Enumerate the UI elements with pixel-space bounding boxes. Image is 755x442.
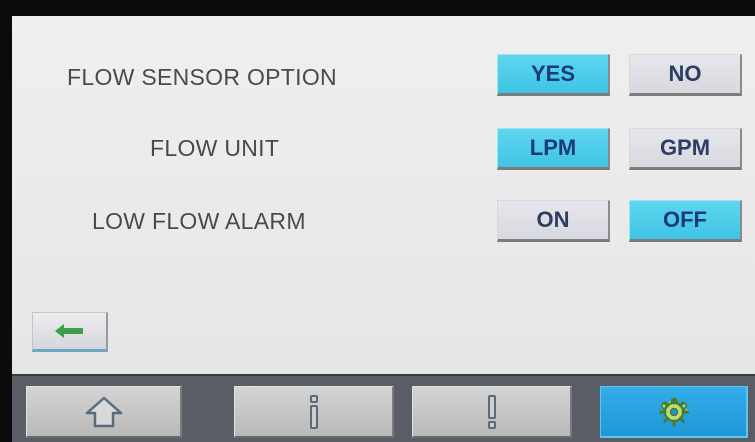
arrow-left-icon: [55, 324, 83, 338]
flow-unit-lpm-button[interactable]: LPM: [497, 128, 610, 170]
flow-sensor-option-label: FLOW SENSOR OPTION: [67, 64, 337, 90]
device-bezel: FLOW SENSOR OPTION YES NO FLOW UNIT LPM …: [0, 0, 755, 442]
alert-icon: [487, 394, 496, 429]
flow-sensor-yes-button[interactable]: YES: [497, 54, 610, 96]
nav-settings-button[interactable]: [600, 386, 748, 438]
bottom-nav-bar: [12, 374, 755, 442]
nav-info-button[interactable]: [234, 386, 394, 438]
nav-alert-button[interactable]: [412, 386, 572, 438]
home-icon: [85, 396, 122, 427]
nav-home-button[interactable]: [26, 386, 182, 438]
flow-unit-label: FLOW UNIT: [150, 135, 280, 161]
info-icon: [309, 394, 318, 429]
low-flow-alarm-label: LOW FLOW ALARM: [92, 208, 306, 234]
flow-sensor-no-button[interactable]: NO: [629, 54, 742, 96]
gear-icon: [658, 397, 689, 426]
settings-screen: FLOW SENSOR OPTION YES NO FLOW UNIT LPM …: [12, 16, 755, 442]
low-flow-alarm-on-button[interactable]: ON: [497, 200, 610, 242]
low-flow-alarm-off-button[interactable]: OFF: [629, 200, 742, 242]
back-button[interactable]: [32, 312, 108, 352]
flow-unit-gpm-button[interactable]: GPM: [629, 128, 742, 170]
